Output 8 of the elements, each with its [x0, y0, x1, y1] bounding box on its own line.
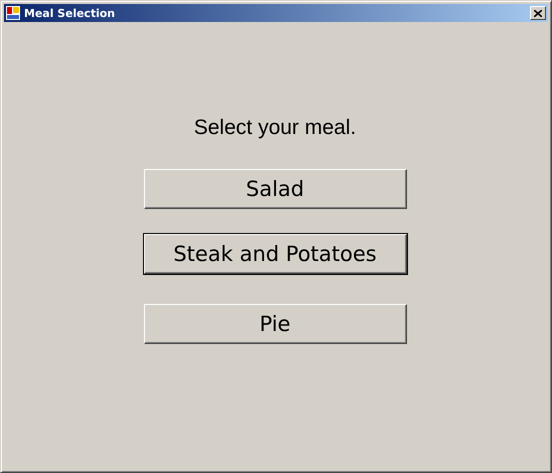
close-icon: [534, 10, 542, 16]
meal-button[interactable]: Pie: [144, 304, 406, 344]
prompt-text: Select your meal.: [194, 115, 356, 141]
meal-button[interactable]: Salad: [144, 169, 406, 209]
meal-button[interactable]: Steak and Potatoes: [144, 234, 406, 274]
close-button[interactable]: [530, 6, 546, 20]
window-title: Meal Selection: [24, 6, 116, 20]
app-icon: [6, 6, 20, 20]
